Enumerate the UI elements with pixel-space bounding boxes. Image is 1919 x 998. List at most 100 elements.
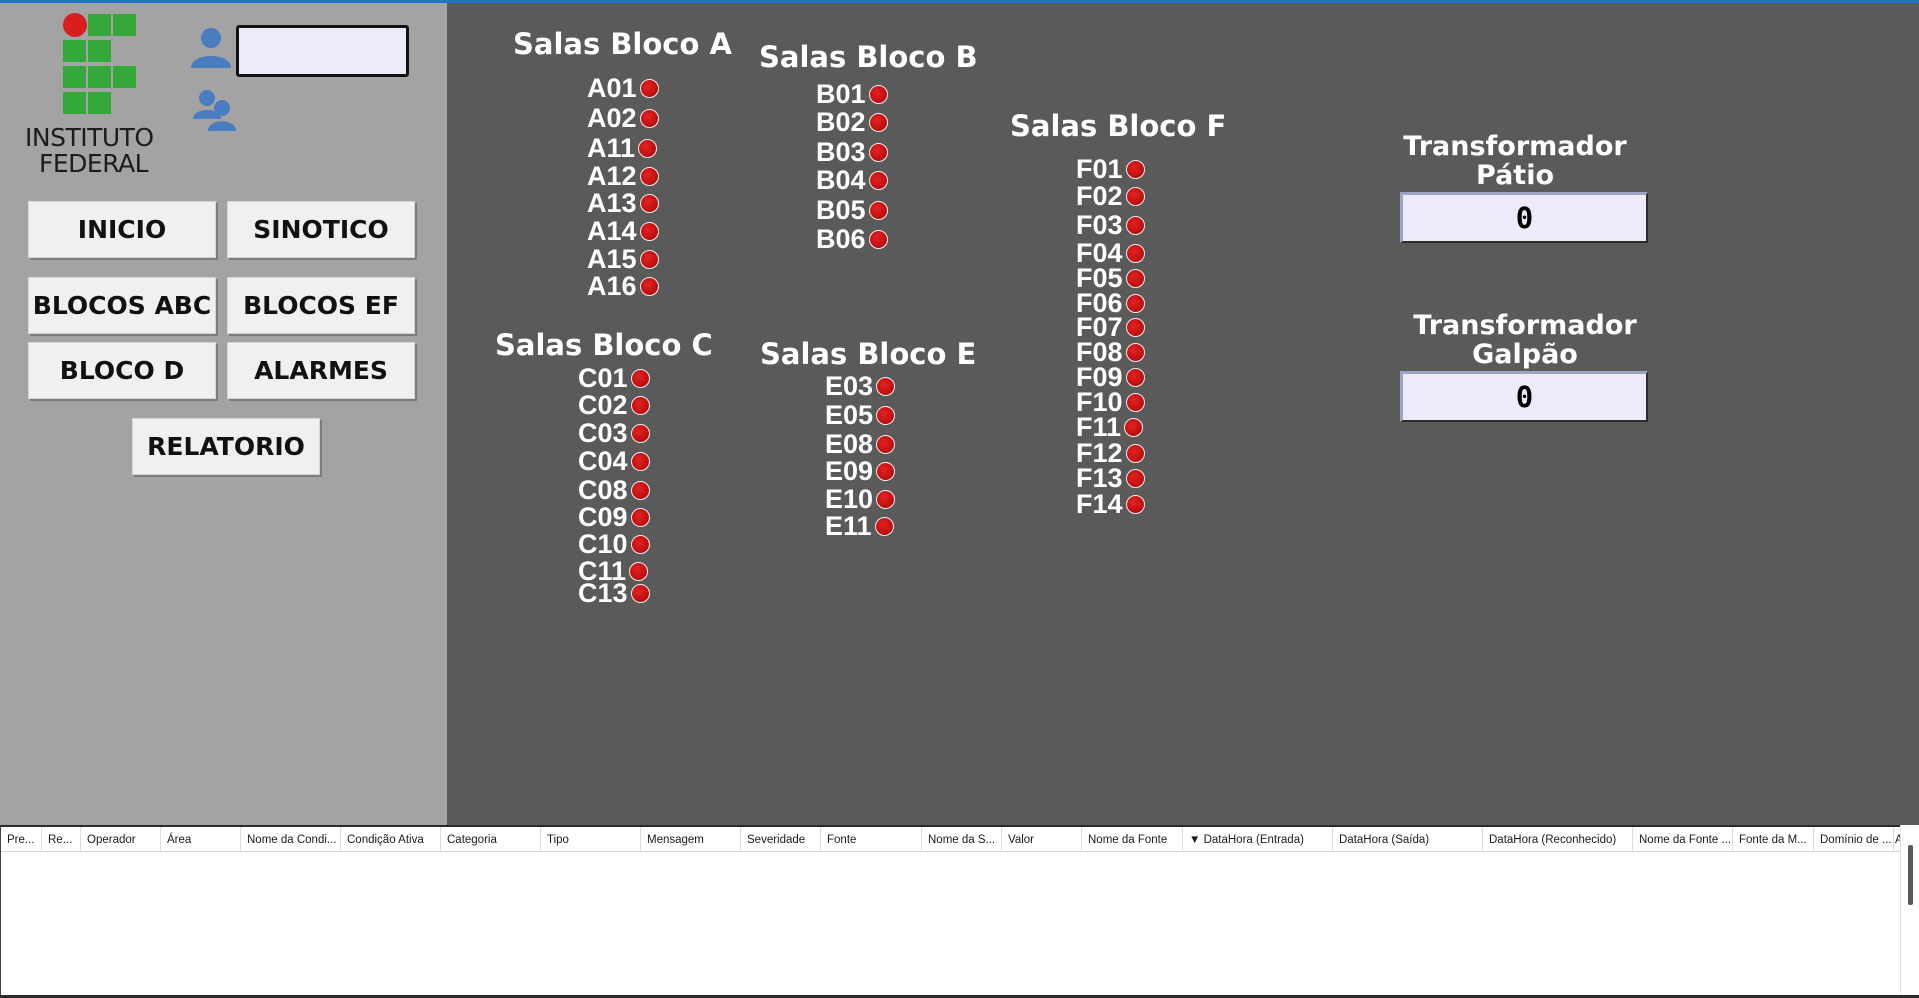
alarm-grid[interactable]: Pre... Re... Operador Área Nome da Condi…: [0, 825, 1901, 995]
room-b06[interactable]: B06: [816, 225, 888, 253]
room-label: E05: [825, 400, 874, 430]
room-label: A16: [587, 271, 637, 301]
room-a12[interactable]: A12: [587, 162, 659, 190]
block-b-title: Salas Bloco B: [759, 40, 978, 74]
column-header[interactable]: Área: [161, 827, 241, 852]
room-c08[interactable]: C08: [578, 476, 650, 504]
room-label: C13: [578, 578, 628, 608]
room-e05[interactable]: E05: [825, 400, 896, 430]
block-a-title: Salas Bloco A: [513, 27, 732, 61]
room-b04[interactable]: B04: [816, 166, 888, 194]
room-label: C01: [578, 363, 628, 393]
column-header[interactable]: Severidade: [741, 827, 821, 852]
room-f14[interactable]: F14: [1076, 490, 1145, 518]
status-led: [639, 249, 659, 269]
column-header[interactable]: Domínio de ...: [1814, 827, 1894, 852]
room-e09[interactable]: E09: [825, 457, 896, 485]
room-f01[interactable]: F01: [1076, 155, 1145, 183]
room-b02[interactable]: B02: [816, 108, 888, 136]
column-header[interactable]: Re...: [42, 827, 81, 852]
room-c01[interactable]: C01: [578, 364, 650, 392]
room-c04[interactable]: C04: [578, 447, 650, 475]
room-b03[interactable]: B03: [816, 138, 888, 166]
room-c10[interactable]: C10: [578, 530, 650, 558]
status-led: [874, 516, 894, 536]
user-icon[interactable]: [188, 26, 234, 70]
room-f03[interactable]: F03: [1076, 211, 1145, 239]
blocos-ef-button[interactable]: BLOCOS EF: [227, 277, 415, 334]
alarm-grid-scrollbar[interactable]: [1900, 825, 1919, 995]
login-user-field[interactable]: [236, 25, 409, 77]
status-led: [1125, 243, 1145, 263]
room-a15[interactable]: A15: [587, 245, 659, 273]
room-f13[interactable]: F13: [1076, 464, 1145, 492]
status-led: [630, 507, 650, 527]
inicio-button[interactable]: INICIO: [28, 201, 216, 258]
room-c02[interactable]: C02: [578, 391, 650, 419]
room-a14[interactable]: A14: [587, 217, 659, 245]
room-a13[interactable]: A13: [587, 189, 659, 217]
bloco-d-button[interactable]: BLOCO D: [28, 342, 216, 399]
status-led: [876, 489, 896, 509]
column-header[interactable]: Fonte: [821, 827, 922, 852]
room-e03[interactable]: E03: [825, 371, 896, 401]
status-led: [1125, 293, 1145, 313]
column-header[interactable]: Tipo: [541, 827, 641, 852]
column-header[interactable]: Fonte da M...: [1733, 827, 1814, 852]
room-label: A15: [587, 244, 637, 274]
user-group-icon[interactable]: [192, 89, 238, 133]
room-label: C03: [578, 418, 628, 448]
room-f02[interactable]: F02: [1076, 182, 1145, 210]
column-header[interactable]: Nome da Fonte: [1082, 827, 1183, 852]
room-a16[interactable]: A16: [587, 272, 659, 300]
transformer-galpao-title-line1: Transformador: [1413, 310, 1637, 341]
sinotico-button[interactable]: SINOTICO: [227, 201, 415, 258]
column-header-sorted[interactable]: ▼ DataHora (Entrada): [1183, 827, 1333, 852]
column-header[interactable]: Valor: [1002, 827, 1082, 852]
relatorio-button[interactable]: RELATORIO: [132, 418, 320, 475]
scrollbar-thumb[interactable]: [1908, 845, 1913, 905]
transformer-patio-title: Transformador Pátio: [1395, 132, 1635, 190]
column-header[interactable]: Operador: [81, 827, 161, 852]
status-led: [876, 461, 896, 481]
column-header[interactable]: Nome da Fonte ...: [1633, 827, 1733, 852]
room-a11[interactable]: A11: [587, 133, 658, 163]
room-f11[interactable]: F11: [1076, 412, 1144, 442]
column-header[interactable]: Categoria: [441, 827, 541, 852]
room-label: F11: [1076, 412, 1122, 442]
room-label: B05: [816, 195, 866, 225]
transformer-patio-title-line1: Transformador: [1403, 131, 1627, 162]
status-led: [630, 480, 650, 500]
room-label: C02: [578, 390, 628, 420]
room-c03[interactable]: C03: [578, 419, 650, 447]
column-header[interactable]: Condição Ativa: [341, 827, 441, 852]
block-f-title: Salas Bloco F: [1010, 109, 1227, 143]
column-header[interactable]: DataHora (Saída): [1333, 827, 1483, 852]
blocos-abc-button[interactable]: BLOCOS ABC: [28, 277, 216, 334]
room-a02[interactable]: A02: [587, 104, 659, 132]
room-a01[interactable]: A01: [587, 74, 659, 102]
logo-red-dot: [63, 13, 87, 37]
column-header[interactable]: Nome da Condi...: [241, 827, 341, 852]
status-led: [876, 405, 896, 425]
room-e08[interactable]: E08: [825, 430, 896, 458]
room-label: A11: [587, 133, 636, 163]
room-b01[interactable]: B01: [816, 80, 888, 108]
room-c13[interactable]: C13: [578, 579, 650, 607]
alarmes-button[interactable]: ALARMES: [227, 342, 415, 399]
room-c09[interactable]: C09: [578, 503, 650, 531]
status-led: [1125, 443, 1145, 463]
room-label: F02: [1076, 181, 1123, 211]
room-e10[interactable]: E10: [825, 485, 896, 513]
transformer-galpao-value: 0: [1400, 371, 1648, 422]
room-e11[interactable]: E11: [825, 512, 894, 540]
column-header[interactable]: Mensagem: [641, 827, 741, 852]
room-b05[interactable]: B05: [816, 196, 888, 224]
room-label: E03: [825, 371, 874, 401]
column-header[interactable]: DataHora (Reconhecido): [1483, 827, 1633, 852]
status-led: [1125, 468, 1145, 488]
column-header[interactable]: Pre...: [1, 827, 42, 852]
room-label: B01: [816, 79, 866, 109]
column-header[interactable]: Nome da S...: [922, 827, 1002, 852]
status-led: [876, 434, 896, 454]
